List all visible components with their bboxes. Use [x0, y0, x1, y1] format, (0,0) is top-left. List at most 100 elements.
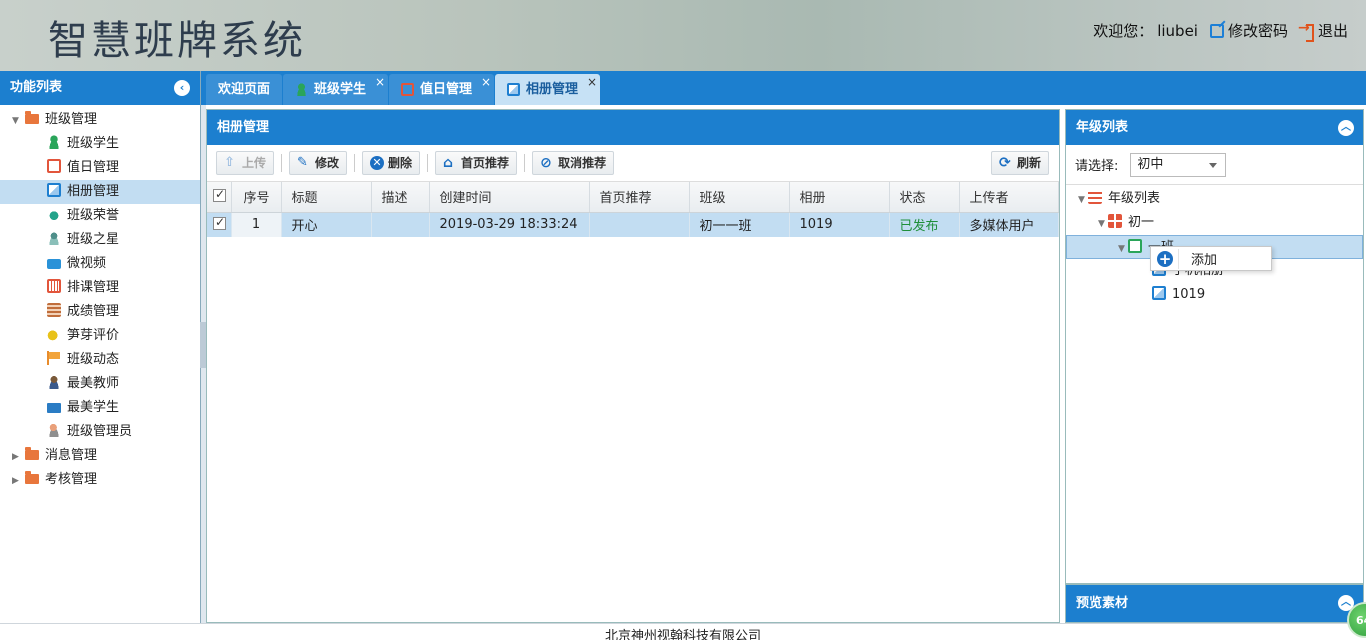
col-status[interactable]: 状态	[889, 182, 960, 213]
teacher-icon	[47, 375, 61, 389]
folder-icon	[25, 447, 39, 460]
sidebar-item-label: 值日管理	[67, 160, 120, 175]
calendar-icon	[47, 159, 61, 173]
expanded-arrow-icon[interactable]: ▼	[1098, 212, 1108, 236]
tree-group-label: 班级管理	[45, 112, 98, 127]
sidebar-item-label: 班级荣誉	[67, 208, 120, 223]
sidebar: 功能列表 ‹ ▼ 班级管理 班级学生 值日管理 相册管理 班级荣誉 班级之星 微视…	[0, 71, 201, 623]
app-header: 智慧班牌系统 欢迎您： liubei 修改密码 退出	[0, 0, 1366, 71]
score-icon	[47, 303, 61, 317]
sidebar-item-news[interactable]: 班级动态	[0, 348, 200, 372]
sidebar-item-label: 最美教师	[67, 376, 120, 391]
col-recommend[interactable]: 首页推荐	[589, 182, 690, 213]
sidebar-item-video[interactable]: 微视频	[0, 252, 200, 276]
sidebar-item-class-admin[interactable]: 班级管理员	[0, 420, 200, 444]
sidebar-item-label: 成绩管理	[67, 304, 120, 319]
col-created[interactable]: 创建时间	[429, 182, 590, 213]
sidebar-item-score[interactable]: 成绩管理	[0, 300, 200, 324]
context-menu-separator	[1178, 249, 1179, 269]
tab-class-students[interactable]: 班级学生 ×	[283, 74, 389, 105]
recommend-button[interactable]: ⌂ 首页推荐	[435, 151, 518, 175]
close-icon[interactable]: ×	[481, 67, 491, 98]
sidebar-title: 功能列表	[10, 80, 63, 95]
context-menu: + 添加	[1150, 246, 1272, 271]
photo-icon	[507, 83, 521, 96]
col-uploader[interactable]: 上传者	[959, 182, 1059, 213]
toolbar-separator	[354, 154, 356, 172]
tree-group-message-management[interactable]: ▶ 消息管理	[0, 444, 200, 468]
album-panel: 相册管理 ⇧ 上传 ✎ 修改 ✕ 删除 ⌂ 首页推荐 ⊘ 取消推荐 ⟳ 刷新 ✓…	[206, 109, 1060, 623]
grade-panel-title: 年级列表	[1076, 120, 1129, 135]
cell-status: 已发布	[889, 212, 960, 237]
sidebar-item-label: 排课管理	[67, 280, 120, 295]
select-all-cell[interactable]	[207, 182, 232, 213]
context-menu-add[interactable]: 添加	[1191, 249, 1217, 268]
col-class[interactable]: 班级	[689, 182, 790, 213]
student-icon	[295, 83, 309, 96]
close-icon[interactable]: ×	[587, 67, 597, 98]
close-icon[interactable]: ×	[375, 67, 385, 98]
expanded-arrow-icon[interactable]: ▼	[12, 109, 22, 133]
badge-value: 64	[1356, 614, 1366, 627]
select-value: 初中	[1137, 156, 1164, 172]
sidebar-item-sprout[interactable]: 笋芽评价	[0, 324, 200, 348]
collapsed-arrow-icon[interactable]: ▶	[12, 469, 22, 493]
tab-label: 值日管理	[420, 82, 473, 97]
edit-button[interactable]: ✎ 修改	[289, 151, 348, 175]
col-index[interactable]: 序号	[231, 182, 282, 213]
sidebar-item-album[interactable]: 相册管理	[0, 180, 200, 204]
cell-created: 2019-03-29 18:33:24	[429, 212, 590, 237]
row-checkbox[interactable]	[213, 215, 226, 231]
sidebar-item-best-student[interactable]: 最美学生	[0, 396, 200, 420]
expanded-arrow-icon[interactable]: ▼	[1118, 237, 1128, 261]
upload-button[interactable]: ⇧ 上传	[216, 151, 275, 175]
select-all-checkbox[interactable]	[213, 187, 226, 203]
preview-panel-title: 预览素材	[1076, 596, 1129, 611]
welcome-text: 欢迎您：	[1093, 22, 1154, 40]
delete-button[interactable]: ✕ 删除	[362, 151, 421, 175]
tree-album-1019[interactable]: 1019	[1066, 283, 1363, 307]
change-password-link[interactable]: 修改密码	[1209, 20, 1288, 41]
tree-root[interactable]: ▼ 年级列表	[1066, 187, 1363, 211]
tree-group-assessment-management[interactable]: ▶ 考核管理	[0, 468, 200, 492]
chevron-up-icon[interactable]: ︿	[1338, 120, 1354, 136]
tree-grade[interactable]: ▼ 初一	[1066, 211, 1363, 235]
sidebar-item-honor[interactable]: 班级荣誉	[0, 204, 200, 228]
photo-icon	[47, 183, 61, 197]
row-check-cell[interactable]	[207, 212, 232, 237]
grade-select-row: 请选择: 初中	[1066, 145, 1363, 185]
expanded-arrow-icon[interactable]: ▼	[1078, 188, 1088, 212]
col-title[interactable]: 标题	[281, 182, 372, 213]
admin-icon	[47, 423, 61, 437]
sidebar-item-label: 班级动态	[67, 352, 120, 367]
cell-title: 开心	[281, 212, 372, 237]
collapsed-arrow-icon[interactable]: ▶	[12, 445, 22, 469]
unrecommend-label: 取消推荐	[558, 156, 607, 170]
home-icon: ⌂	[443, 155, 454, 171]
table-row[interactable]: 1 开心 2019-03-29 18:33:24 初一一班 1019 已发布 多…	[207, 212, 1059, 237]
logout-link[interactable]: 退出	[1298, 20, 1348, 42]
col-desc[interactable]: 描述	[371, 182, 430, 213]
edit-label: 修改	[315, 156, 340, 170]
sidebar-item-class-students[interactable]: 班级学生	[0, 132, 200, 156]
tab-label: 欢迎页面	[218, 82, 271, 97]
col-album[interactable]: 相册	[789, 182, 890, 213]
cancel-icon: ⊘	[540, 155, 552, 171]
collapse-sidebar-icon[interactable]: ‹	[174, 80, 190, 96]
sidebar-item-schedule[interactable]: 排课管理	[0, 276, 200, 300]
toolbar-separator	[427, 154, 429, 172]
sidebar-item-teacher[interactable]: 最美教师	[0, 372, 200, 396]
sidebar-item-star[interactable]: 班级之星	[0, 228, 200, 252]
tab-welcome[interactable]: 欢迎页面	[206, 74, 283, 105]
tab-album[interactable]: 相册管理 ×	[495, 74, 601, 105]
grade-select[interactable]: 初中	[1130, 152, 1227, 177]
tree-grade-label: 初一	[1128, 215, 1155, 230]
tab-duty[interactable]: 值日管理 ×	[389, 74, 495, 105]
chevron-down-icon	[1209, 162, 1218, 168]
recommend-label: 首页推荐	[461, 156, 510, 170]
tree-group-class-management[interactable]: ▼ 班级管理	[0, 108, 200, 132]
sidebar-item-duty[interactable]: 值日管理	[0, 156, 200, 180]
refresh-button[interactable]: ⟳ 刷新	[990, 151, 1049, 175]
folder-icon	[25, 111, 39, 124]
unrecommend-button[interactable]: ⊘ 取消推荐	[532, 151, 615, 175]
